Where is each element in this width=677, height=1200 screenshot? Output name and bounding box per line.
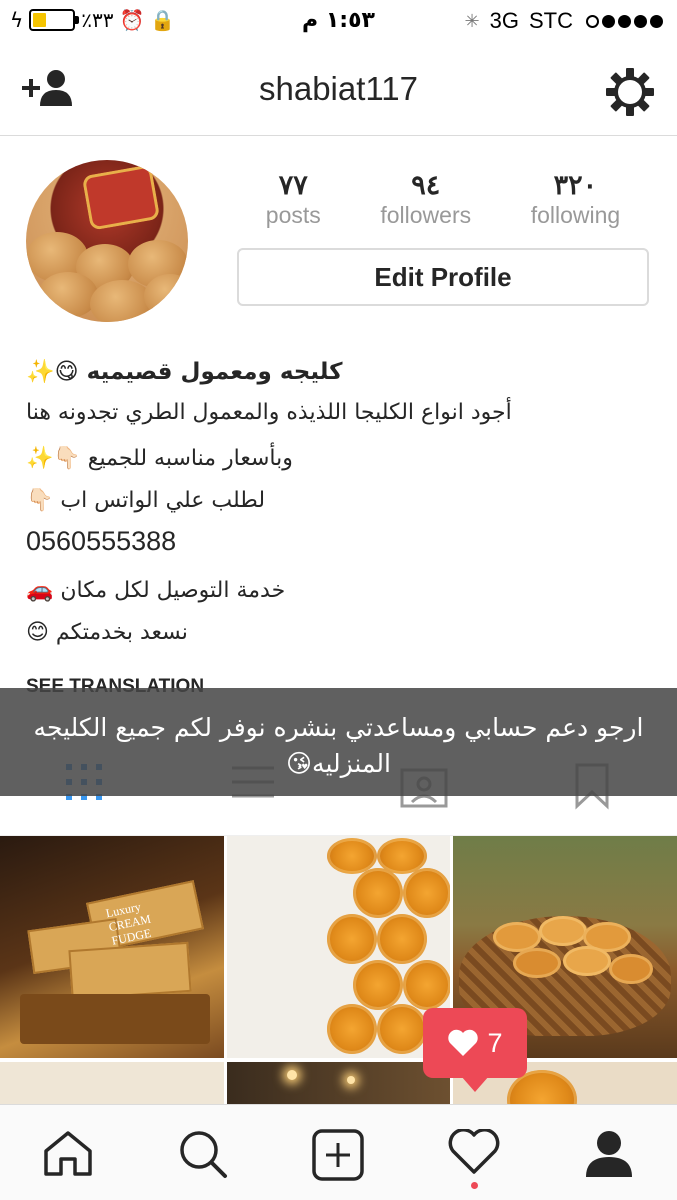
nav-new-post[interactable] — [312, 1129, 364, 1185]
nav-profile[interactable] — [584, 1129, 634, 1183]
gear-icon[interactable] — [604, 66, 656, 118]
posts-stat[interactable]: ٧٧ posts — [266, 170, 321, 230]
search-icon — [180, 1131, 227, 1178]
caption-overlay: ارجو دعم حسابي ومساعدتي بنشره نوفر لكم ج… — [0, 688, 677, 796]
likes-count: 7 — [487, 1027, 503, 1058]
posts-count: ٧٧ — [278, 170, 308, 200]
followers-label: followers — [380, 202, 472, 228]
carrier-name: STC — [529, 8, 573, 33]
profile-username: shabiat117 — [258, 70, 419, 107]
bio-line-4: خدمة التوصيل لكل مكان 🚗 — [26, 578, 286, 603]
profile-avatar[interactable] — [26, 160, 188, 322]
following-label: following — [530, 202, 621, 228]
network-type: 3G — [489, 8, 519, 33]
status-bar: ϟ ٪٣٣ ⏰ 🔒 ١:٥٣ م ✳ 3G STC — [0, 0, 677, 44]
activity-indicator-dot — [471, 1182, 478, 1189]
profile-stats: ٧٧ posts ٩٤ followers ٣٢٠ following — [236, 170, 650, 230]
likes-notification-badge[interactable]: 7 — [423, 1008, 527, 1092]
nav-activity[interactable] — [448, 1128, 500, 1179]
heart-icon — [448, 1029, 479, 1056]
following-count: ٣٢٠ — [553, 170, 598, 200]
nav-home[interactable] — [42, 1129, 94, 1181]
nav-search[interactable] — [178, 1129, 228, 1183]
following-stat[interactable]: ٣٢٠ following — [531, 170, 621, 230]
posts-label: posts — [265, 202, 321, 228]
signal-icon — [583, 9, 663, 34]
bio-line-5: نسعد بخدمتكم 😊 — [26, 620, 188, 645]
heart-icon — [448, 1128, 500, 1174]
home-icon — [44, 1131, 92, 1176]
bio-line-3: لطلب علي الواتس اب 👇🏻 — [26, 488, 266, 513]
grid-post-1[interactable]: Luxury CREAM FUDGE — [0, 836, 224, 1058]
followers-count: ٩٤ — [411, 170, 441, 200]
bio-line-1: أجود انواع الكليجا اللذيذه والمعمول الطر… — [26, 400, 512, 425]
loading-icon: ✳ — [464, 10, 480, 32]
grid-post-5[interactable] — [227, 1062, 450, 1106]
bio-line-2: وبأسعار مناسبه للجميع 👇🏻✨ — [26, 446, 293, 471]
bottom-nav — [0, 1104, 677, 1200]
bio-name: كليجه ومعمول قصيميه 😋✨ — [26, 359, 343, 385]
top-nav: shabiat117 — [0, 44, 677, 136]
status-right: ✳ 3G STC — [465, 8, 663, 34]
grid-post-4[interactable] — [0, 1062, 224, 1106]
grid-post-2[interactable] — [227, 836, 450, 1058]
plus-icon — [312, 1129, 364, 1181]
person-icon — [586, 1131, 632, 1177]
edit-profile-button[interactable]: Edit Profile — [237, 248, 649, 306]
bio-phone[interactable]: 0560555388 — [26, 526, 176, 557]
followers-stat[interactable]: ٩٤ followers — [380, 170, 471, 230]
